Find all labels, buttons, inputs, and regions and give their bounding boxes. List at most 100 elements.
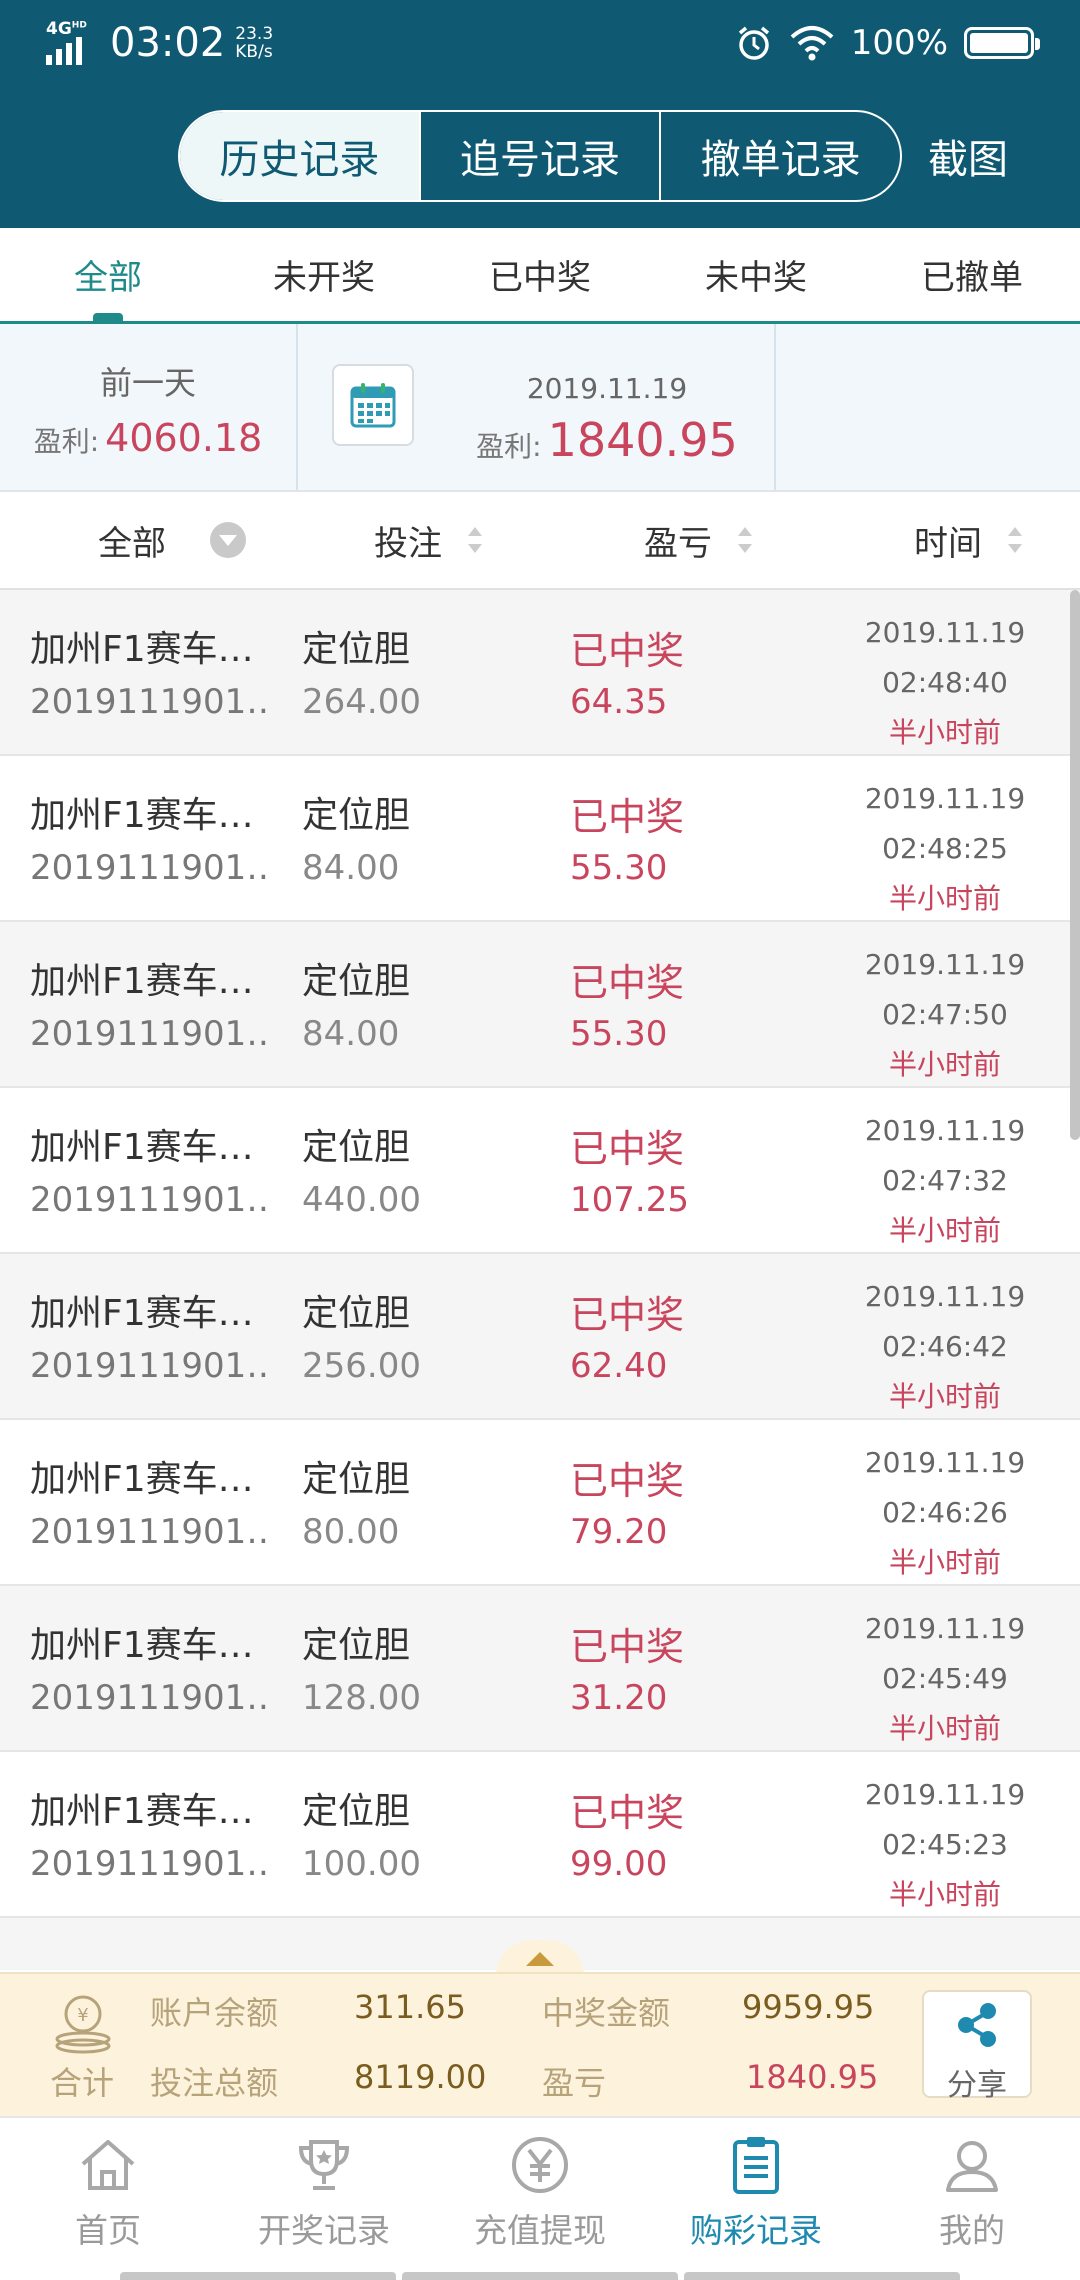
table-row[interactable]: 加州F1赛车… 2019111901… 定位胆 128.00 已中奖 31.20… — [0, 1586, 1080, 1752]
nav-purchase-records[interactable]: 购彩记录 — [648, 2118, 864, 2280]
selected-day-profit: 盈利: 1840.95 — [476, 413, 738, 467]
status-bar: 4GHD 03:02 23.3 KB/s 100% — [0, 0, 1080, 84]
bet-time: 2019.11.19 02:48:40 半小时前 — [840, 608, 1050, 758]
win-amount-label: 中奖金额 — [542, 1994, 671, 2032]
bet-amount: 256.00 — [302, 1346, 421, 1386]
nav-mine[interactable]: 我的 — [864, 2118, 1080, 2280]
bet-time: 2019.11.19 02:48:25 半小时前 — [840, 774, 1050, 924]
bottom-nav: 首页 开奖记录 充值提现 购彩记录 我的 — [0, 2116, 1080, 2280]
clipboard-icon — [733, 2137, 779, 2194]
yen-icon — [512, 2137, 568, 2193]
win-status: 已中奖 — [570, 1293, 685, 1337]
relative-time: 半小时前 — [888, 1380, 1001, 1413]
selected-date: 2019.11.19 — [526, 372, 688, 405]
selected-day-summary: 2019.11.19 盈利: 1840.95 — [440, 324, 776, 490]
sort-bet[interactable]: 投注 — [374, 492, 482, 588]
alarm-icon — [738, 26, 769, 60]
bet-time: 2019.11.19 02:47:50 半小时前 — [840, 940, 1050, 1090]
calendar-button[interactable] — [332, 364, 414, 446]
bet-clock: 02:45:49 — [882, 1662, 1008, 1695]
network-speed: 23.3 KB/s — [235, 24, 274, 62]
tab-all[interactable]: 全部 — [0, 228, 216, 321]
column-profit-loss-label: 盈亏 — [644, 523, 712, 564]
sort-time[interactable]: 时间 — [914, 492, 1022, 588]
game-name: 加州F1赛车… — [30, 795, 254, 836]
segment-cancel[interactable]: 撤单记录 — [659, 112, 900, 200]
segment-chase[interactable]: 追号记录 — [418, 112, 660, 200]
bet-clock: 02:47:32 — [882, 1164, 1008, 1197]
balance-value: 311.65 — [354, 1988, 466, 2026]
table-row[interactable]: 加州F1赛车… 2019111901… 定位胆 264.00 已中奖 64.35… — [0, 590, 1080, 756]
win-status: 已中奖 — [570, 961, 685, 1005]
bet-clock: 02:46:42 — [882, 1330, 1008, 1363]
bet-total-label: 投注总额 — [150, 2064, 279, 2102]
game-name: 加州F1赛车… — [30, 1127, 254, 1168]
table-row[interactable]: 加州F1赛车… 2019111901… 定位胆 100.00 已中奖 99.00… — [0, 1752, 1080, 1918]
screenshot-button[interactable]: 截图 — [928, 110, 1008, 202]
bet-amount: 128.00 — [302, 1678, 421, 1718]
play-type: 定位胆 — [302, 795, 411, 836]
share-button[interactable]: 分享 — [922, 1990, 1032, 2103]
issue-number: 2019111901… — [30, 848, 270, 888]
bet-date: 2019.11.19 — [864, 948, 1026, 981]
win-status: 已中奖 — [570, 1791, 685, 1835]
nav-draw-results[interactable]: 开奖记录 — [216, 2118, 432, 2280]
win-status: 已中奖 — [570, 795, 685, 839]
bet-amount: 84.00 — [302, 848, 400, 888]
nav-home[interactable]: 首页 — [0, 2118, 216, 2280]
relative-time: 半小时前 — [888, 716, 1001, 749]
payout: 79.20 — [570, 1512, 668, 1552]
table-row[interactable]: 加州F1赛车… 2019111901… 定位胆 84.00 已中奖 55.30 … — [0, 922, 1080, 1088]
previous-day-button[interactable]: 前一天 盈利: 4060.18 — [0, 324, 298, 490]
app-header: 4GHD 03:02 23.3 KB/s 100% 历史记录 追号记录 撤单记录 … — [0, 0, 1080, 228]
list-scrollbar[interactable] — [1070, 590, 1080, 1140]
share-label: 分享 — [947, 2068, 1007, 2103]
trophy-icon — [298, 2140, 350, 2190]
issue-number: 2019111901… — [30, 1844, 270, 1884]
table-row[interactable]: 加州F1赛车… 2019111901… 定位胆 80.00 已中奖 79.20 … — [0, 1420, 1080, 1586]
status-tabs: 全部 未开奖 已中奖 未中奖 已撤单 — [0, 228, 1080, 324]
play-type: 定位胆 — [302, 1127, 411, 1168]
bet-amount: 264.00 — [302, 682, 421, 722]
segment-history[interactable]: 历史记录 — [180, 112, 419, 200]
status-right: 100% — [735, 18, 1040, 68]
relative-time: 半小时前 — [888, 882, 1001, 915]
tab-won[interactable]: 已中奖 — [432, 228, 648, 321]
totals-label: 合计 — [50, 2064, 115, 2102]
sort-icon — [468, 527, 482, 553]
nav-mine-label: 我的 — [939, 2211, 1005, 2250]
nav-purchase-records-label: 购彩记录 — [690, 2211, 822, 2250]
nav-home-label: 首页 — [75, 2211, 141, 2250]
network-type: 4GHD — [46, 19, 87, 39]
win-amount-value: 9959.95 — [742, 1988, 875, 2026]
tab-lost[interactable]: 未中奖 — [648, 228, 864, 321]
nav-recharge-withdraw-label: 充值提现 — [474, 2211, 606, 2250]
payout: 107.25 — [570, 1180, 689, 1220]
status-left: 4GHD 03:02 23.3 KB/s — [46, 18, 273, 68]
nav-draw-results-label: 开奖记录 — [258, 2211, 390, 2250]
payout: 64.35 — [570, 682, 668, 722]
bet-date: 2019.11.19 — [864, 616, 1026, 649]
win-status: 已中奖 — [570, 1459, 685, 1503]
bet-time: 2019.11.19 02:46:42 半小时前 — [840, 1272, 1050, 1422]
payout: 99.00 — [570, 1844, 668, 1884]
previous-day-label: 前一天 — [99, 364, 196, 402]
sort-icon — [1008, 527, 1022, 553]
win-status: 已中奖 — [570, 1127, 685, 1171]
wifi-icon — [790, 26, 834, 61]
bet-total-value: 8119.00 — [354, 2058, 487, 2096]
game-name: 加州F1赛车… — [30, 961, 254, 1002]
relative-time: 半小时前 — [888, 1878, 1001, 1911]
tab-pending[interactable]: 未开奖 — [216, 228, 432, 321]
nav-recharge-withdraw[interactable]: 充值提现 — [432, 2118, 648, 2280]
filter-all-dropdown[interactable]: 全部 — [98, 492, 246, 588]
table-row[interactable]: 加州F1赛车… 2019111901… 定位胆 256.00 已中奖 62.40… — [0, 1254, 1080, 1420]
bet-date: 2019.11.19 — [864, 1778, 1026, 1811]
relative-time: 半小时前 — [888, 1048, 1001, 1081]
table-row[interactable]: 加州F1赛车… 2019111901… 定位胆 84.00 已中奖 55.30 … — [0, 756, 1080, 922]
bet-amount: 84.00 — [302, 1014, 400, 1054]
relative-time: 半小时前 — [888, 1712, 1001, 1745]
table-row[interactable]: 加州F1赛车… 2019111901… 定位胆 440.00 已中奖 107.2… — [0, 1088, 1080, 1254]
tab-cancelled[interactable]: 已撤单 — [864, 228, 1080, 321]
sort-profit-loss[interactable]: 盈亏 — [644, 492, 752, 588]
